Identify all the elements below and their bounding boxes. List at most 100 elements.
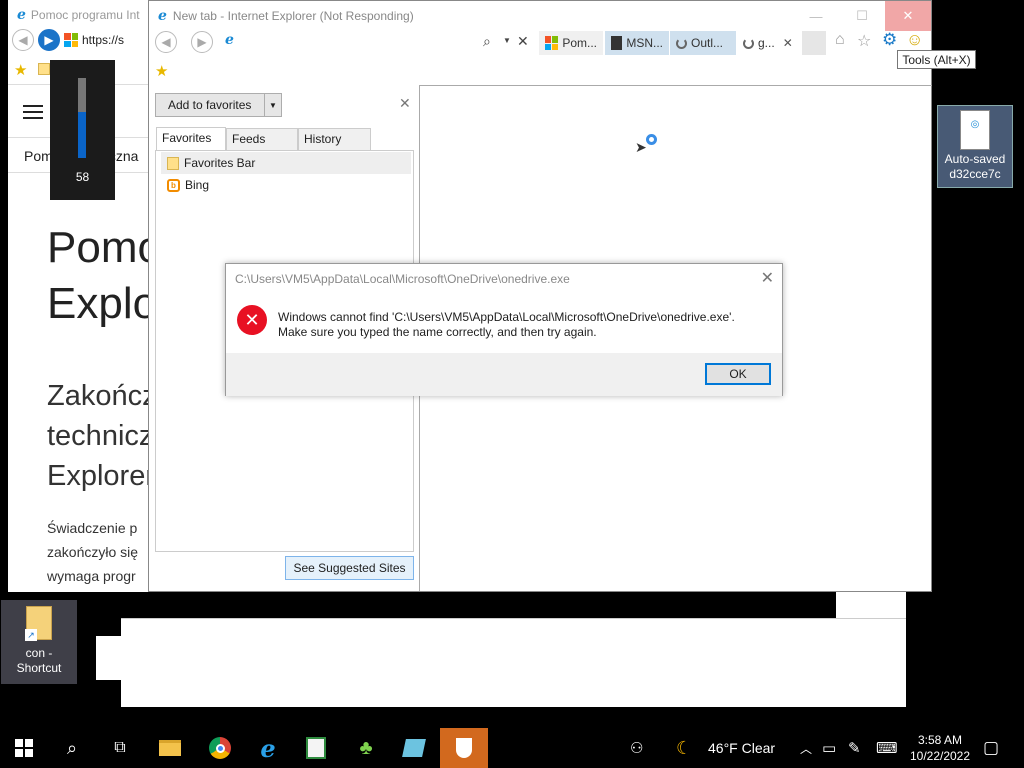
tab-outlook[interactable]: Outl... (670, 31, 736, 55)
volume-level-label: 58 (75, 170, 90, 184)
stop-icon[interactable]: ✕ (517, 33, 529, 50)
chevron-down-icon[interactable]: ▼ (503, 36, 511, 45)
chrome-icon[interactable] (196, 728, 244, 768)
maximize-button[interactable]: ☐ (839, 1, 885, 31)
close-pane-icon[interactable]: ✕ (399, 95, 411, 112)
home-icon[interactable]: ⌂ (835, 31, 845, 49)
forward-arrow-icon[interactable]: ▶ (191, 31, 213, 53)
loading-icon (743, 37, 754, 49)
tab-label: Outl... (691, 36, 724, 50)
pen-icon[interactable]: ✎ (848, 728, 861, 768)
notes-app-icon[interactable] (390, 728, 438, 768)
tab-msn[interactable]: MSN... (605, 31, 669, 55)
tab-active[interactable]: g... ✕ (737, 31, 799, 55)
tab-history[interactable]: History (298, 128, 371, 150)
back-arrow-icon[interactable]: ◀ (12, 29, 34, 51)
volume-level-fill (78, 111, 86, 158)
tab-label: Pom... (562, 36, 597, 50)
keyboard-icon[interactable]: ⌨ (876, 728, 898, 768)
ms-logo-icon (64, 33, 78, 47)
list-item[interactable]: b Bing (161, 174, 411, 196)
start-button[interactable] (0, 728, 48, 768)
folder-icon[interactable] (38, 63, 50, 75)
notifications-icon[interactable]: ▢ (983, 728, 999, 768)
frog-app-icon[interactable]: ♣ (342, 728, 390, 768)
volume-slider[interactable] (78, 78, 86, 158)
background-strip (121, 618, 906, 707)
search-icon[interactable]: ⌕ (483, 33, 491, 50)
file-explorer-icon[interactable] (146, 728, 194, 768)
back-arrow-icon[interactable]: ◀ (155, 31, 177, 53)
task-view-icon[interactable]: ⧉ (96, 728, 144, 768)
dialog-message: Windows cannot find 'C:\Users\VM5\AppDat… (278, 310, 735, 339)
busy-spinner-icon (646, 134, 657, 145)
tab-pomoc[interactable]: Pom... (539, 31, 603, 55)
internet-explorer-icon[interactable]: e (244, 728, 292, 768)
list-item-label: Favorites Bar (184, 156, 256, 170)
document-icon: ◎ (960, 110, 990, 150)
smiley-icon[interactable]: ☺ (906, 30, 923, 50)
hamburger-menu-icon[interactable] (23, 105, 43, 123)
dialog-footer: OK (226, 353, 782, 396)
windows-logo-icon (15, 739, 33, 757)
bing-icon: b (167, 178, 180, 192)
folder-shortcut-icon: ↗ (25, 606, 52, 641)
list-item-label: Bing (185, 178, 210, 192)
weather-moon-icon[interactable]: ☾ (676, 728, 692, 768)
see-suggested-sites-button[interactable]: See Suggested Sites (285, 556, 414, 580)
search-icon[interactable]: ⌕ (48, 728, 96, 768)
back-address-text[interactable]: https://s (82, 33, 124, 47)
page-paragraph: Świadczenie p zakończyło się wymaga prog… (47, 520, 139, 584)
spreadsheet-app-icon[interactable] (292, 728, 340, 768)
close-button[interactable]: ✕ (885, 1, 931, 31)
desktop-icon-label: con - Shortcut (16, 646, 62, 675)
tab-label: MSN... (626, 36, 663, 50)
folder-icon (167, 156, 179, 170)
clock[interactable]: 3:58 AM 10/22/2022 (904, 732, 976, 764)
weather-text[interactable]: 46°F Clear (708, 728, 775, 768)
gear-icon[interactable]: ⚙ (882, 30, 897, 50)
favorites-bar: ★ (149, 59, 931, 83)
tab-close-icon[interactable]: ✕ (783, 36, 793, 50)
network-icon[interactable]: ▭ (822, 728, 836, 768)
add-to-favorites-button[interactable]: Add to favorites (155, 93, 265, 117)
desktop-icon-autosaved[interactable]: ◎ Auto-saved d32cce7c (937, 105, 1013, 188)
page-subtitle: Zakończ technicz Explorer (47, 380, 157, 492)
security-shield-icon[interactable] (440, 728, 488, 768)
mouse-cursor-icon: ➤ (635, 139, 647, 155)
clock-date: 10/22/2022 (909, 749, 971, 763)
dialog-close-icon[interactable]: ✕ (761, 268, 774, 288)
chevron-down-icon[interactable]: ▼ (264, 93, 282, 117)
ie-icon: e (158, 8, 167, 24)
back-window-titlebar[interactable]: e Pomoc programu Int (8, 0, 168, 30)
favorites-star-icon[interactable]: ★ (14, 61, 27, 79)
ms-logo-icon (545, 36, 559, 50)
tab-label: g... (758, 36, 775, 50)
minimize-button[interactable]: — (793, 1, 839, 31)
background-strip (836, 592, 906, 618)
chevron-up-icon[interactable]: ︿ (800, 728, 812, 768)
forward-arrow-icon[interactable]: ▶ (38, 29, 60, 51)
ie-icon: e (225, 32, 234, 48)
main-window-title: New tab - Internet Explorer (Not Respond… (172, 9, 414, 23)
navigation-toolbar: ◀ ▶ e ⌕ ▼ ✕ Pom... MSN... Outl... g... ✕… (149, 30, 931, 55)
add-favorites-bar-icon[interactable]: ★ (155, 62, 168, 80)
msn-icon (611, 36, 623, 50)
ok-button[interactable]: OK (705, 363, 771, 385)
background-strip (96, 636, 121, 680)
ie-icon: e (17, 7, 26, 23)
people-icon[interactable]: ⚇ (630, 728, 643, 768)
back-window-title: Pomoc programu Int (30, 8, 140, 22)
back-address-bar[interactable]: ◀ ▶ https://s (8, 28, 168, 52)
desktop-icon-shortcut[interactable]: ↗ con - Shortcut (1, 600, 77, 684)
new-tab-button[interactable] (802, 31, 826, 55)
error-dialog[interactable]: C:\Users\VM5\AppData\Local\Microsoft\One… (225, 263, 783, 396)
volume-flyout[interactable]: 58 (50, 60, 115, 200)
list-item[interactable]: Favorites Bar (161, 152, 411, 174)
tab-favorites[interactable]: Favorites (156, 127, 226, 151)
tab-feeds[interactable]: Feeds (226, 128, 298, 150)
tools-tooltip: Tools (Alt+X) (897, 50, 976, 69)
desktop-icon-label: Auto-saved d32cce7c (944, 152, 1006, 181)
loading-icon (676, 37, 687, 49)
favorites-star-icon[interactable]: ☆ (857, 31, 871, 51)
